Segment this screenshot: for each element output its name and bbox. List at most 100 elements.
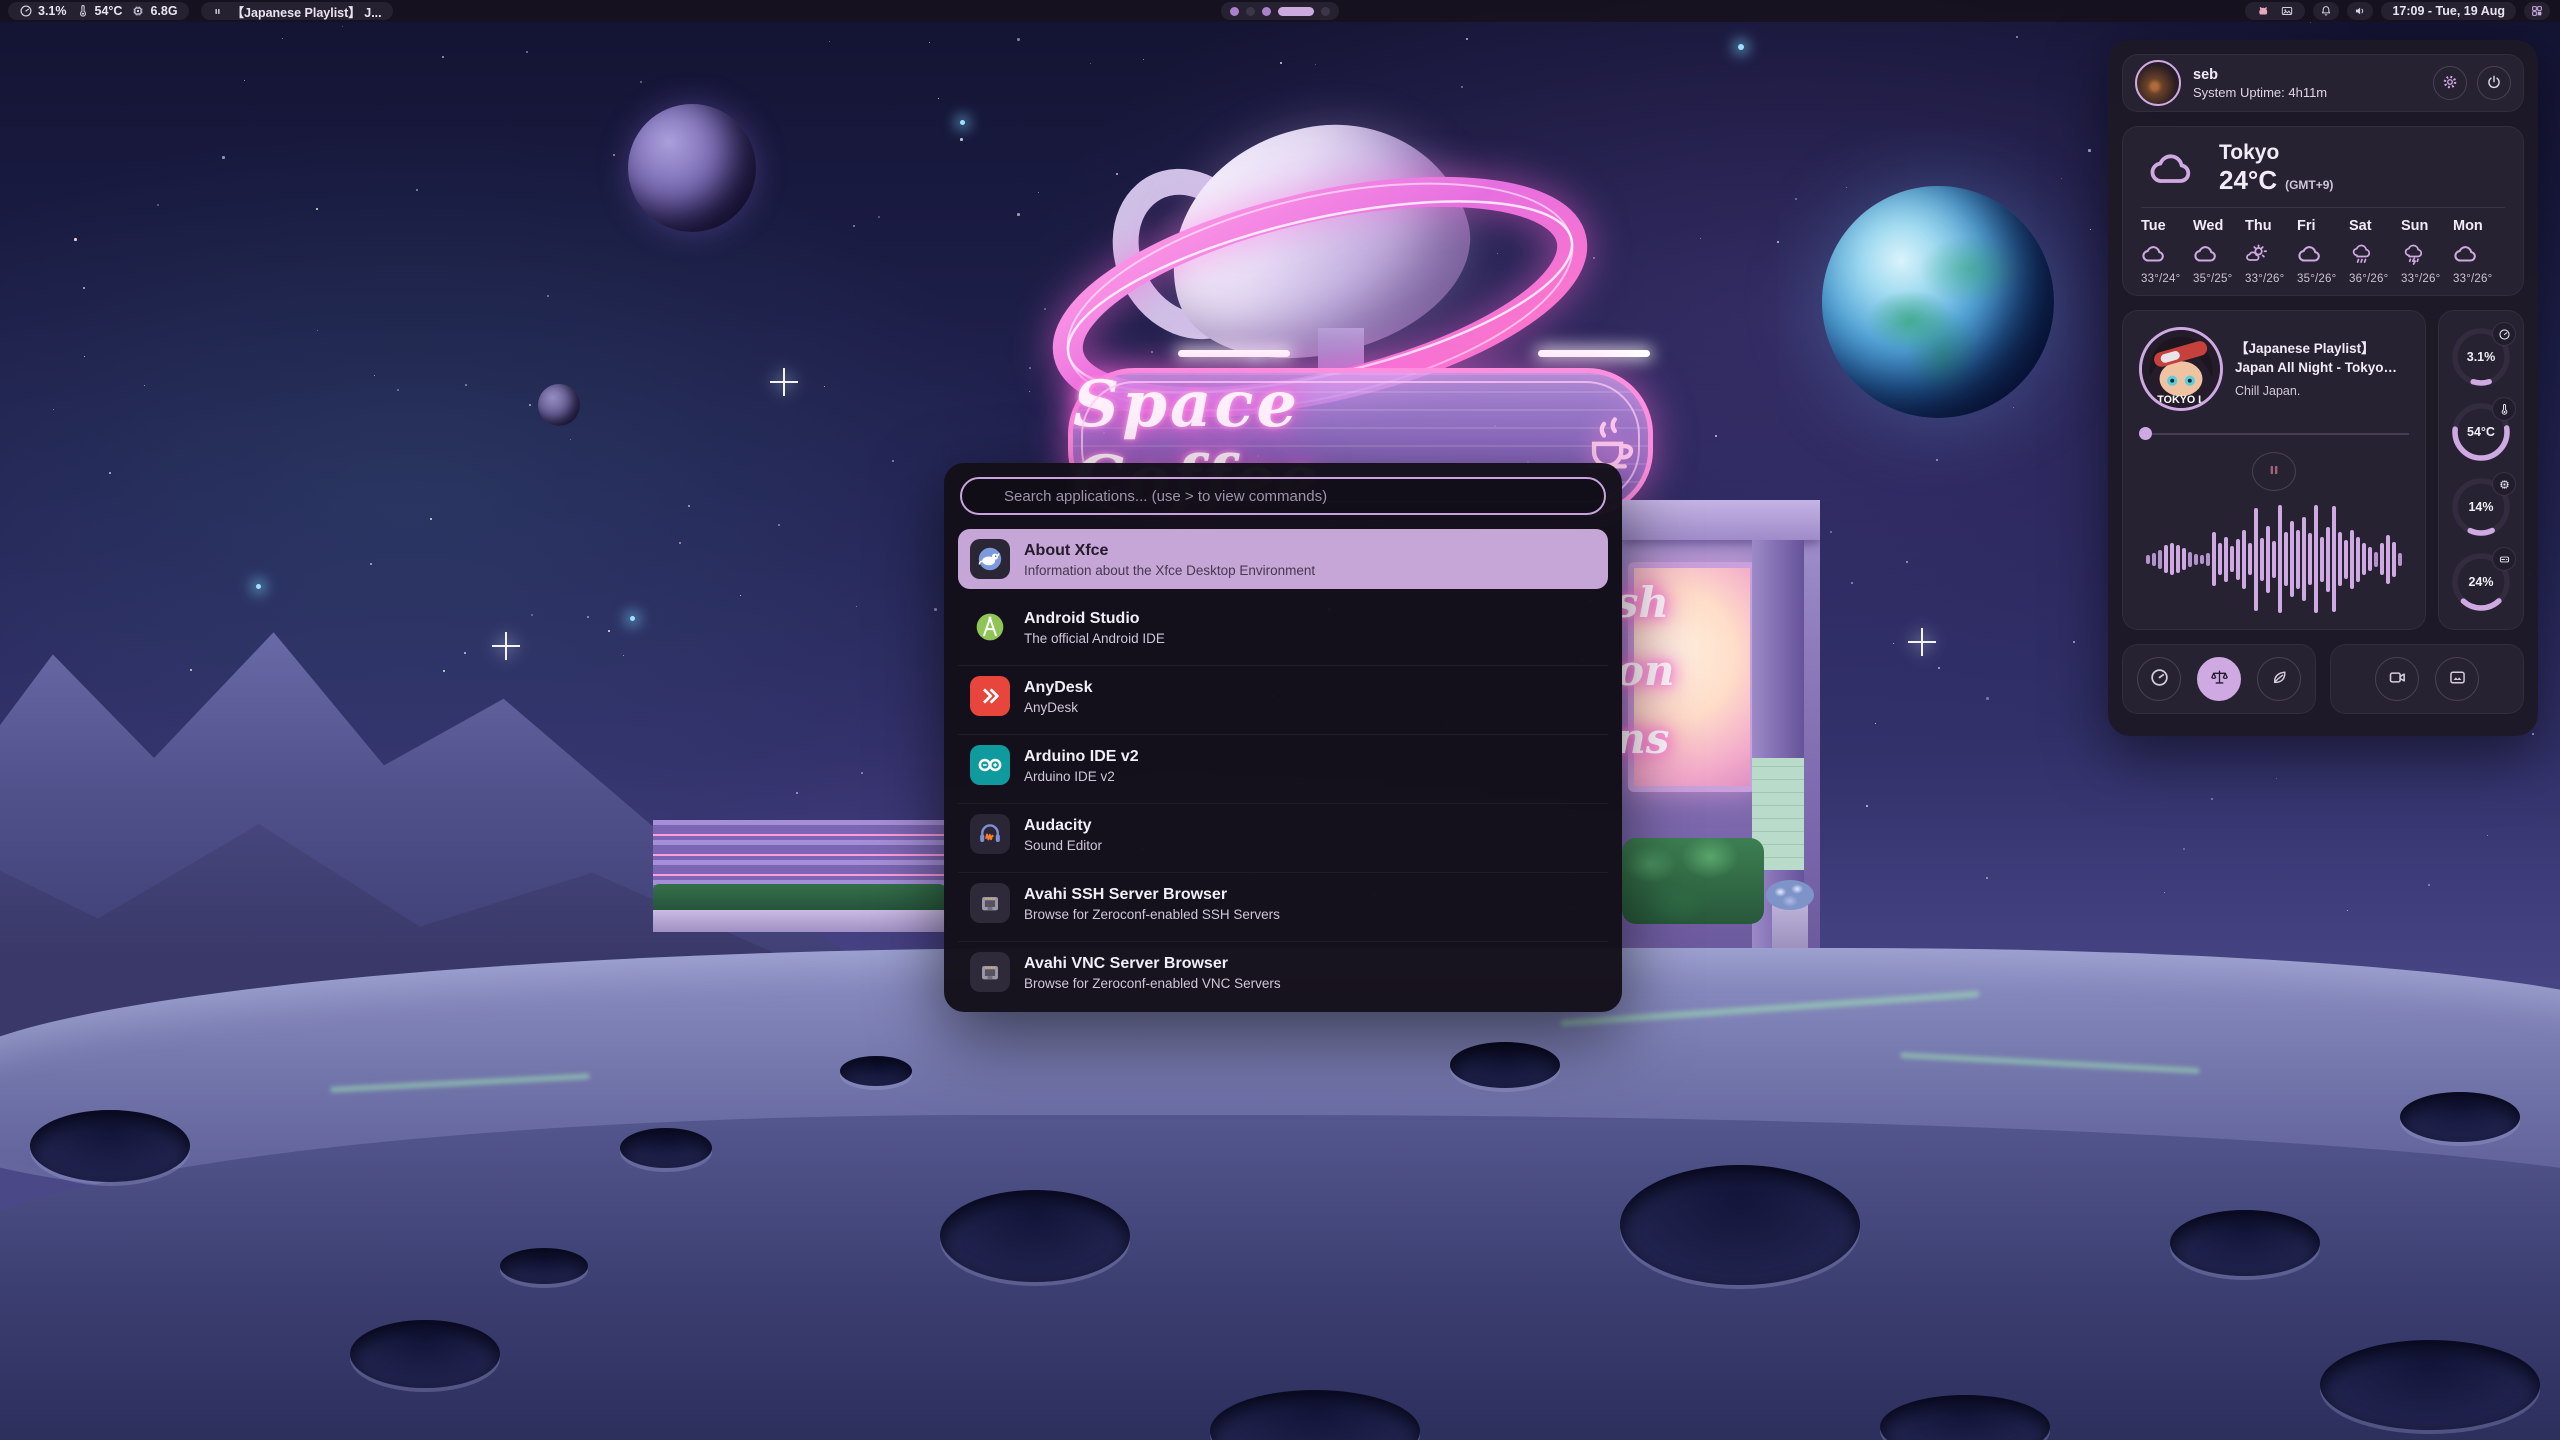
- waveform-bar: [2314, 505, 2318, 613]
- now-playing-pill[interactable]: 【Japanese Playlist】 J...: [201, 2, 393, 20]
- bright-star: [1738, 44, 1744, 50]
- workspace-1[interactable]: [1230, 7, 1239, 16]
- app-name: AnyDesk: [1024, 678, 1092, 698]
- wallpaper-tray-icon[interactable]: [2280, 4, 2294, 18]
- launcher-item[interactable]: Avahi VNC Server BrowserBrowse for Zeroc…: [958, 941, 1608, 1002]
- waveform-bar: [2296, 530, 2300, 589]
- settings-button[interactable]: [2433, 66, 2467, 100]
- launcher-item[interactable]: About XfceInformation about the Xfce Des…: [958, 529, 1608, 589]
- system-stats-pill[interactable]: 3.1% 54°C 6.8G: [8, 2, 189, 20]
- waveform-bar: [2230, 546, 2234, 572]
- waveform-bar: [2170, 543, 2174, 575]
- window-neon-text: ans: [1622, 714, 1669, 763]
- track-subtitle: Chill Japan.: [2235, 384, 2409, 398]
- launcher-item[interactable]: Arduino IDE v2Arduino IDE v2: [958, 734, 1608, 795]
- star: [1143, 59, 1144, 60]
- screen-record-button[interactable]: [2375, 657, 2419, 701]
- app-name: Android Studio: [1024, 609, 1165, 629]
- seek-track[interactable]: [2152, 433, 2409, 435]
- waveform-bar: [2338, 532, 2342, 586]
- forecast-day: Wed35°/25°: [2193, 218, 2245, 285]
- launcher-item[interactable]: Audacity Sound Editor: [958, 803, 1608, 864]
- workspace-4[interactable]: [1278, 7, 1314, 16]
- search-input[interactable]: [1002, 487, 1590, 506]
- app-name: Arduino IDE v2: [1024, 747, 1139, 767]
- sparkle-star: [770, 368, 798, 396]
- runcat-icon[interactable]: [2256, 4, 2270, 18]
- forecast-day: Sat36°/26°: [2349, 218, 2401, 285]
- cafe-cornice: [1622, 500, 1820, 540]
- bright-star: [630, 616, 635, 621]
- launcher-item[interactable]: AnyDeskAnyDesk: [958, 665, 1608, 726]
- waveform-bar: [2218, 543, 2222, 575]
- grid-icon: [2530, 4, 2544, 18]
- pause-button[interactable]: [2252, 452, 2296, 491]
- power-profile-card: [2122, 644, 2316, 714]
- bright-star: [960, 120, 965, 125]
- waveform-bar: [2344, 540, 2348, 579]
- notifications-button[interactable]: [2313, 2, 2339, 20]
- star: [430, 518, 432, 520]
- bell-icon: [2319, 4, 2333, 18]
- star: [74, 238, 77, 241]
- anydesk-app-icon: [970, 676, 1010, 716]
- app-description: The official Android IDE: [1024, 631, 1165, 646]
- rain-icon: [2349, 241, 2375, 267]
- volume-button[interactable]: [2347, 2, 2373, 20]
- forecast-day: Sun33°/26°: [2401, 218, 2453, 285]
- sign-light-strip: [1538, 350, 1650, 357]
- thermometer-icon: [2492, 397, 2516, 421]
- workspace-5[interactable]: [1321, 7, 1330, 16]
- waveform-bar: [2182, 548, 2186, 570]
- waveform-bar: [2224, 537, 2228, 582]
- crater: [620, 1128, 712, 1168]
- waveform-bar: [2386, 535, 2390, 584]
- star: [1017, 38, 1020, 41]
- speedometer-icon: [2492, 322, 2516, 346]
- workspace-3[interactable]: [1262, 7, 1271, 16]
- screenshot-button[interactable]: [2435, 657, 2479, 701]
- waveform-bar: [2206, 553, 2210, 566]
- bright-star: [256, 584, 261, 589]
- crater: [1620, 1165, 1860, 1285]
- performance-profile-button[interactable]: [2137, 657, 2181, 701]
- seek-handle[interactable]: [2139, 427, 2152, 440]
- star: [608, 630, 610, 632]
- android-studio-app-icon: [970, 607, 1010, 647]
- top-panel: 3.1% 54°C 6.8G 【Japanese Playlist】 J... …: [0, 0, 2560, 22]
- star: [587, 616, 589, 618]
- launcher-item[interactable]: Avahi SSH Server BrowserBrowse for Zeroc…: [958, 872, 1608, 933]
- launcher-item[interactable]: Android Studio The official Android IDE: [958, 597, 1608, 657]
- forecast-day: Mon33°/26°: [2453, 218, 2505, 285]
- window-neon-text: oon: [1622, 646, 1675, 695]
- weather-temp: 24°C: [2219, 165, 2277, 196]
- clock-pill[interactable]: 17:09 - Tue, 19 Aug: [2381, 2, 2516, 20]
- audacity-app-icon: [970, 814, 1010, 854]
- app-name: Audacity: [1024, 816, 1102, 836]
- star: [1461, 86, 1463, 88]
- speedometer-gauge: 3.1%: [2449, 325, 2513, 389]
- seek-bar[interactable]: [2139, 427, 2409, 440]
- waveform-bar: [2164, 545, 2168, 573]
- app-description: Browse for Zeroconf-enabled SSH Servers: [1024, 907, 1280, 922]
- powersave-profile-button[interactable]: [2257, 657, 2301, 701]
- star: [1936, 459, 1938, 461]
- forecast-day: Thu33°/26°: [2245, 218, 2297, 285]
- cafe-left-base: [653, 910, 945, 932]
- audio-waveform: [2139, 505, 2409, 613]
- workspace-switcher[interactable]: [1221, 2, 1339, 20]
- star: [317, 330, 318, 331]
- cloud-icon: [2141, 241, 2167, 267]
- app-description: Sound Editor: [1024, 838, 1102, 853]
- dashboard-button[interactable]: [2524, 2, 2550, 20]
- star: [679, 542, 681, 544]
- star: [1017, 213, 1020, 216]
- tray-pill[interactable]: [2245, 2, 2305, 20]
- search-bar[interactable]: [960, 477, 1606, 515]
- forecast-day: Fri35°/26°: [2297, 218, 2349, 285]
- power-button[interactable]: [2477, 66, 2511, 100]
- workspace-2[interactable]: [1246, 7, 1255, 16]
- earth-planet: [1822, 186, 2054, 418]
- balanced-profile-button[interactable]: [2197, 657, 2241, 701]
- avahi-app-icon: [970, 883, 1010, 923]
